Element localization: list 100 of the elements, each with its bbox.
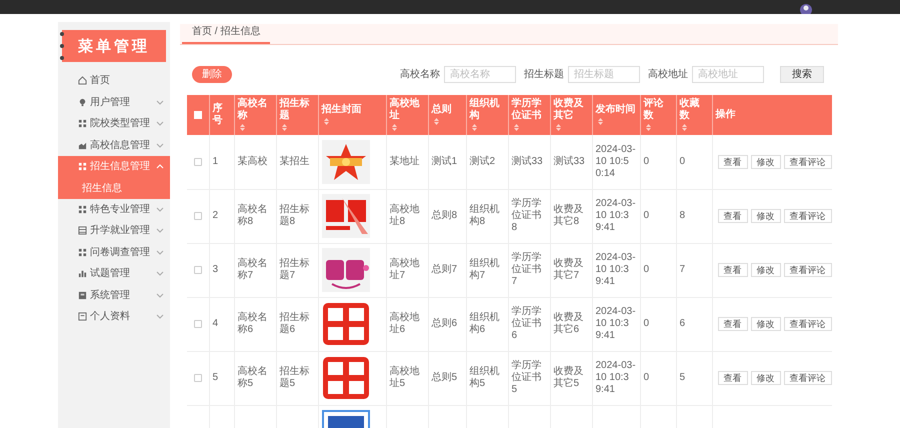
search-button[interactable]: 搜索	[780, 66, 824, 83]
avatar-icon[interactable]	[800, 4, 812, 14]
table-cell-text: 0	[644, 318, 650, 330]
table-cell-text: 招生标题5	[280, 366, 310, 390]
action-button[interactable]: 修改	[750, 209, 780, 224]
action-button[interactable]: 查看	[718, 371, 748, 386]
input-field[interactable]: 高校地址	[692, 66, 764, 83]
sort-icon[interactable]	[434, 118, 438, 125]
chart-icon	[78, 140, 87, 150]
menu-item[interactable]: 试题管理	[58, 263, 170, 284]
action-button[interactable]: 查看评论	[784, 263, 832, 278]
table-cell: 2024-03-10 10:39:41	[596, 360, 636, 396]
table-cell-text: 总则5	[432, 372, 458, 384]
action-button[interactable]: 查看评论	[784, 155, 832, 170]
table-cell-text: 8	[680, 210, 686, 222]
action-button[interactable]: 查看评论	[784, 209, 832, 224]
menu-item[interactable]: 院校类型管理	[58, 113, 170, 134]
table-cell-text: 学历学位证书5	[512, 360, 542, 396]
table-cell-text: 招生标题7	[280, 258, 310, 282]
table-cell-text: 测试2	[470, 156, 496, 168]
filter-label: 高校名称	[400, 68, 440, 82]
sort-icon[interactable]	[240, 124, 244, 131]
sort-icon[interactable]	[324, 118, 328, 125]
home-icon	[78, 76, 87, 86]
table-cell-text: 收费及其它8	[554, 204, 584, 228]
table-cell: 2024-03-10 10:39:41	[596, 198, 636, 234]
input-field[interactable]: 招生标题	[568, 66, 640, 83]
menu-item[interactable]: 系统管理	[58, 284, 170, 306]
action-button[interactable]: 修改	[750, 317, 780, 332]
table-cell-text: 组织机构8	[470, 204, 500, 228]
sort-icon[interactable]	[472, 124, 476, 131]
table-cell-text: 总则8	[432, 210, 458, 222]
action-button[interactable]: 查看	[718, 155, 748, 170]
table-cell-text: 0	[644, 372, 650, 384]
table-cell-text: 高校地址6	[390, 312, 420, 336]
filter-label: 高校地址	[648, 68, 688, 82]
action-button[interactable]: 查看	[718, 317, 748, 332]
menu-item[interactable]: 首页	[58, 70, 170, 92]
input-field[interactable]: 高校名称	[444, 66, 516, 83]
checkbox[interactable]	[194, 266, 202, 274]
table-cell-text: 高校地址5	[390, 366, 420, 390]
menu-item[interactable]: 高校信息管理	[58, 134, 170, 156]
filter-label: 招生标题	[524, 68, 564, 82]
action-button[interactable]: 查看评论	[784, 317, 832, 332]
action-button[interactable]: 修改	[750, 263, 780, 278]
table-cell-text: 高校名称8	[238, 204, 268, 228]
action-button[interactable]: 修改	[750, 155, 780, 170]
menu-item[interactable]: 特色专业管理	[58, 198, 170, 220]
table-cell-text: 2	[212, 210, 220, 222]
card-icon	[78, 312, 87, 322]
table-cell-text: 0	[680, 156, 686, 168]
sort-icon[interactable]	[282, 124, 286, 131]
table-cell-text: 某高校	[238, 156, 268, 168]
sort-icon[interactable]	[646, 124, 650, 131]
grid-icon	[78, 162, 87, 172]
table-cell: 2024-03-10 10:39:41	[596, 306, 636, 342]
table-cell-text: 6	[680, 318, 686, 330]
book-icon	[78, 290, 87, 300]
table-cell-text: 学历学位证书6	[512, 306, 542, 342]
action-button[interactable]: 修改	[750, 371, 780, 386]
table-cell-text: 高校地址8	[390, 204, 420, 228]
sort-icon[interactable]	[556, 124, 560, 131]
table-cell: 2024-03-10 10:39:41	[596, 252, 636, 288]
table-cell-text: 组织机构7	[470, 258, 500, 282]
sort-icon[interactable]	[514, 124, 518, 131]
menu-item[interactable]: 升学就业管理	[58, 220, 170, 242]
checkbox[interactable]	[194, 374, 202, 382]
sort-icon[interactable]	[392, 124, 396, 131]
table-cell: 2024-03-10 10:50:14	[596, 144, 636, 180]
table-cell-text: 0	[644, 210, 650, 222]
checkbox[interactable]	[194, 320, 202, 328]
table-cell-text: 某地址	[390, 156, 420, 168]
checkbox[interactable]	[194, 158, 202, 166]
table-cell-text: 3	[212, 264, 220, 276]
sort-icon[interactable]	[682, 124, 686, 131]
table-cell-text: 5	[680, 372, 686, 384]
table-cell-text: 某招生	[280, 156, 310, 168]
menu-item[interactable]: 用户管理	[58, 92, 170, 113]
table-cell-text: 学历学位证书7	[512, 252, 542, 288]
sort-icon[interactable]	[598, 118, 602, 125]
table-cell-text: 总则6	[432, 318, 458, 330]
table-cell-text: 收费及其它7	[554, 258, 584, 282]
table-cell-text: 高校名称6	[238, 312, 268, 336]
menu-item[interactable]: 问卷调查管理	[58, 242, 170, 263]
action-button[interactable]: 查看	[718, 263, 748, 278]
grid-icon	[78, 248, 87, 257]
table-cell-text: 收费及其它6	[554, 312, 584, 336]
action-button[interactable]: 查看评论	[784, 371, 832, 386]
action-button[interactable]: 查看	[718, 209, 748, 224]
table-cell-text: 0	[644, 264, 650, 276]
table-cell-text: 测试33	[512, 156, 544, 168]
checkbox[interactable]	[194, 212, 202, 220]
breadcrumb: 首页 / 招生信息	[182, 24, 270, 44]
table-cell-text: 0	[644, 156, 650, 168]
table-cell-text: 招生标题8	[280, 204, 310, 228]
menu-item[interactable]: 个人资料	[58, 306, 170, 328]
binding-icon	[59, 31, 65, 61]
table-cell-text: 4	[212, 318, 220, 330]
table-cell-text: 高校地址7	[390, 258, 420, 282]
table-cell-text: 组织机构5	[470, 366, 500, 390]
